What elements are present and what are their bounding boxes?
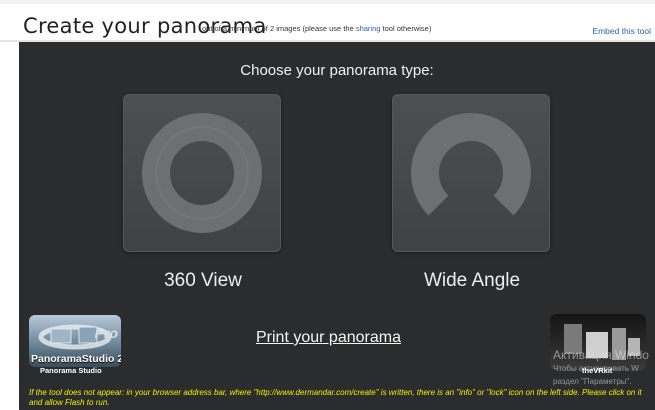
panorama-studio-logo-text: PanoramaStudio 2	[31, 353, 121, 365]
option-360-view-card[interactable]	[123, 94, 281, 252]
panorama-studio-caption[interactable]: Panorama Studio	[40, 366, 102, 375]
windows-activation-line: Чтобы активировать W	[553, 364, 639, 373]
option-wide-angle-card[interactable]	[392, 94, 550, 252]
panorama-type-heading: Choose your panorama type:	[240, 62, 434, 79]
panorama-studio-logo[interactable]: Pro PanoramaStudio 2	[29, 315, 121, 367]
pro-badge: Pro	[94, 325, 118, 341]
page-header: Create your panorama out of a minimum of…	[0, 4, 655, 40]
windows-activation-title: Активация Windo	[553, 348, 649, 362]
flash-help-note: If the tool does not appear: in your bro…	[29, 388, 642, 407]
subtitle-text-before: out of a minimum of 2 images (please use…	[202, 24, 354, 33]
print-panorama-link[interactable]: Print your panorama	[256, 329, 401, 347]
windows-activation-line: раздел "Параметры".	[553, 377, 632, 386]
option-360-view-label[interactable]: 360 View	[123, 270, 283, 292]
subtitle-text-after: tool otherwise)	[382, 24, 432, 33]
page-subtitle: out of a minimum of 2 images (please use…	[202, 24, 431, 33]
option-wide-angle-label[interactable]: Wide Angle	[392, 270, 552, 292]
panorama-tool-stage: Choose your panorama type: 360 View Wide…	[19, 42, 655, 410]
full-ring-icon	[142, 113, 262, 233]
embed-tool-link[interactable]: Embed this tool	[592, 26, 651, 36]
sharing-link[interactable]: sharing	[356, 24, 381, 33]
partial-ring-icon	[411, 113, 531, 216]
